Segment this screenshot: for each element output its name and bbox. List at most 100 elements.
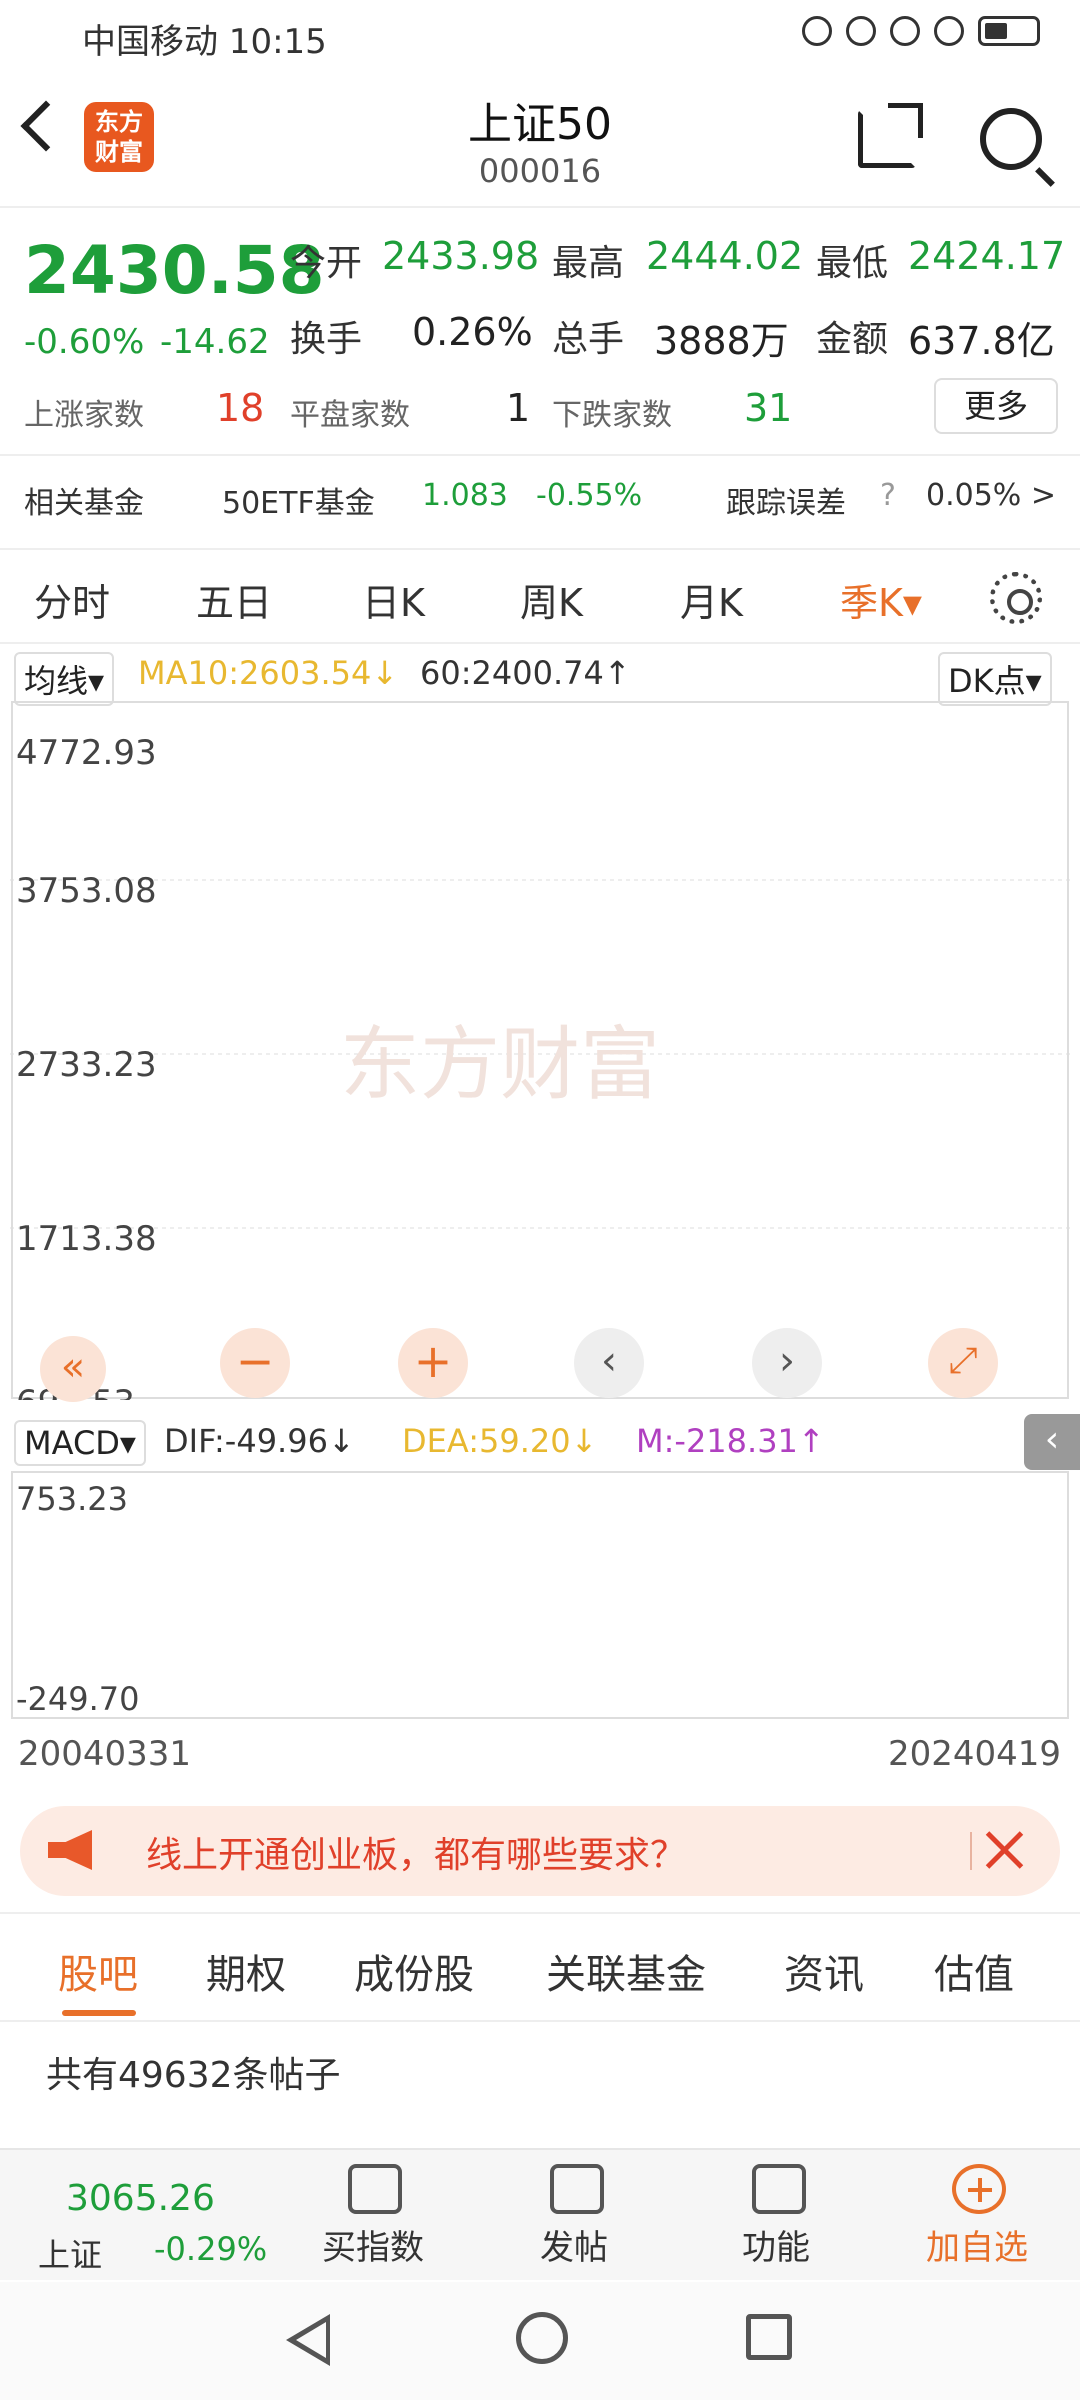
index-pct: -0.29%	[154, 2230, 268, 2268]
wifi-icon	[934, 16, 964, 46]
y-tick-label: 3753.08	[16, 871, 157, 911]
down-count-label: 下跌家数	[552, 398, 672, 433]
open-label: 今开	[290, 243, 363, 284]
dif-legend: DIF:-49.96↓	[164, 1422, 355, 1460]
tab-intraday[interactable]: 分时	[34, 572, 110, 627]
bottom-bar: 3065.26 上证 -0.29% 买指数 发帖 功能 加自选	[0, 2148, 1080, 2280]
chart-trend-icon[interactable]	[348, 2164, 402, 2214]
add-circle-icon[interactable]	[952, 2164, 1006, 2214]
macd-chart[interactable]: 753.23 -249.70	[10, 1470, 1070, 1720]
track-error-value: 0.05% >	[926, 478, 1056, 513]
nav-recent-icon[interactable]	[746, 2314, 792, 2360]
period-tabs: 分时 五日 日K 周K 月K 季K▾	[0, 548, 1080, 644]
y-tick-label: 1713.38	[16, 1219, 157, 1259]
change-percent: -0.60%	[24, 322, 145, 362]
close-icon[interactable]	[982, 1828, 1026, 1872]
date-start: 20040331	[18, 1734, 192, 1774]
status-time: 中国移动 10:15	[82, 22, 327, 62]
ma10-legend: MA10:2603.54↓	[138, 654, 399, 692]
amount-value: 637.8亿	[908, 319, 1055, 363]
gear-icon[interactable]	[990, 572, 1042, 624]
alarm-icon	[846, 16, 876, 46]
header: 东方财富 上证50 000016	[0, 72, 1080, 208]
search-icon[interactable]	[980, 108, 1042, 170]
promo-banner[interactable]: 线上开通创业板，都有哪些要求？	[20, 1806, 1060, 1896]
fund-name: 50ETF基金	[222, 486, 375, 521]
share-icon[interactable]	[858, 103, 923, 168]
collapse-icon[interactable]: «	[40, 1336, 106, 1402]
m-legend: M:-218.31↑	[636, 1422, 825, 1460]
date-end: 20240419	[888, 1734, 1062, 1774]
up-count: 18	[216, 386, 265, 430]
tab-valuation[interactable]: 估值	[934, 1942, 1014, 2000]
system-nav-bar	[0, 2282, 1080, 2400]
ma60-legend: 60:2400.74↑	[420, 654, 631, 692]
tab-monthly[interactable]: 月K	[680, 572, 743, 627]
more-button[interactable]: 更多	[934, 378, 1058, 434]
open-value: 2433.98	[382, 234, 540, 278]
battery-icon	[978, 16, 1040, 46]
watermark: 东方财富	[340, 1018, 660, 1111]
tab-daily[interactable]: 日K	[362, 572, 425, 627]
nav-back-icon[interactable]	[286, 2314, 330, 2366]
tab-constituents[interactable]: 成份股	[354, 1942, 474, 2000]
volume-value: 3888万	[654, 319, 789, 363]
index-price: 3065.26	[66, 2178, 215, 2219]
dea-legend: DEA:59.20↓	[402, 1422, 598, 1460]
chevron-left-icon[interactable]: ‹	[574, 1328, 644, 1398]
quote-panel: 2430.58 -0.60% -14.62 今开 2433.98 最高 2444…	[0, 210, 1080, 540]
turnover-value: 0.26%	[412, 310, 533, 354]
volume-label: 总手	[552, 319, 625, 360]
macd-frame	[11, 1471, 1069, 1719]
zoom-out-icon[interactable]: −	[220, 1328, 290, 1398]
up-count-label: 上涨家数	[24, 398, 144, 433]
help-icon[interactable]: ?	[880, 478, 896, 513]
tab-weekly[interactable]: 周K	[520, 572, 583, 627]
fullscreen-icon[interactable]: ⤢	[928, 1328, 998, 1398]
y-tick-label: 4772.93	[16, 733, 157, 773]
post-button[interactable]: 发帖	[540, 2220, 608, 2269]
macd-svg: 753.23 -249.70	[11, 1471, 1069, 1719]
bluetooth-icon	[890, 16, 920, 46]
dk-point-select[interactable]: DK点▾	[938, 652, 1052, 706]
tab-news[interactable]: 资讯	[784, 1942, 864, 2000]
add-watchlist-button[interactable]: 加自选	[926, 2220, 1028, 2269]
zoom-in-icon[interactable]: +	[398, 1328, 468, 1398]
low-value: 2424.17	[908, 234, 1066, 278]
y-tick-label: 2733.23	[16, 1045, 157, 1085]
amount-label: 金额	[816, 319, 889, 360]
track-error-label: 跟踪误差	[726, 486, 846, 521]
post-count: 共有49632条帖子	[46, 2055, 341, 2096]
tab-five-day[interactable]: 五日	[196, 572, 272, 627]
turnover-label: 换手	[290, 319, 363, 360]
eye-icon	[802, 16, 832, 46]
high-value: 2444.02	[646, 234, 804, 278]
macd-tick-label: -249.70	[16, 1680, 140, 1718]
fund-pct: -0.55%	[536, 478, 643, 513]
stock-code: 000016	[478, 152, 602, 190]
chevron-right-icon[interactable]: ›	[752, 1328, 822, 1398]
macd-tick-label: 753.23	[16, 1480, 128, 1518]
grid-icon[interactable]	[752, 2164, 806, 2214]
tab-quarterly[interactable]: 季K▾	[840, 572, 922, 627]
current-price: 2430.58	[24, 232, 325, 309]
edit-icon[interactable]	[550, 2164, 604, 2214]
status-bar: 中国移动 10:15	[0, 0, 1080, 72]
tab-related-funds[interactable]: 关联基金	[546, 1942, 706, 2000]
macd-select[interactable]: MACD▾	[14, 1420, 146, 1466]
kline-chart[interactable]: 4772.933753.082733.231713.38693.53 东方财富	[10, 700, 1070, 1423]
tab-options[interactable]: 期权	[206, 1942, 286, 2000]
fund-label: 相关基金	[24, 486, 144, 521]
content-tabs: 股吧 期权 成份股 关联基金 资讯 估值	[0, 1912, 1080, 2022]
banner-text: 线上开通创业板，都有哪些要求？	[146, 1835, 687, 1876]
nav-home-icon[interactable]	[516, 2312, 568, 2364]
panel-toggle-icon[interactable]: ‹	[1024, 1414, 1080, 1470]
active-tab-underline	[62, 2010, 136, 2016]
indicator-select[interactable]: 均线▾	[14, 652, 115, 706]
change-amount: -14.62	[160, 322, 270, 362]
low-label: 最低	[816, 243, 889, 284]
function-button[interactable]: 功能	[742, 2220, 810, 2269]
tab-forum[interactable]: 股吧	[58, 1942, 138, 2000]
index-name: 上证	[38, 2236, 103, 2274]
buy-index-button[interactable]: 买指数	[322, 2220, 424, 2269]
